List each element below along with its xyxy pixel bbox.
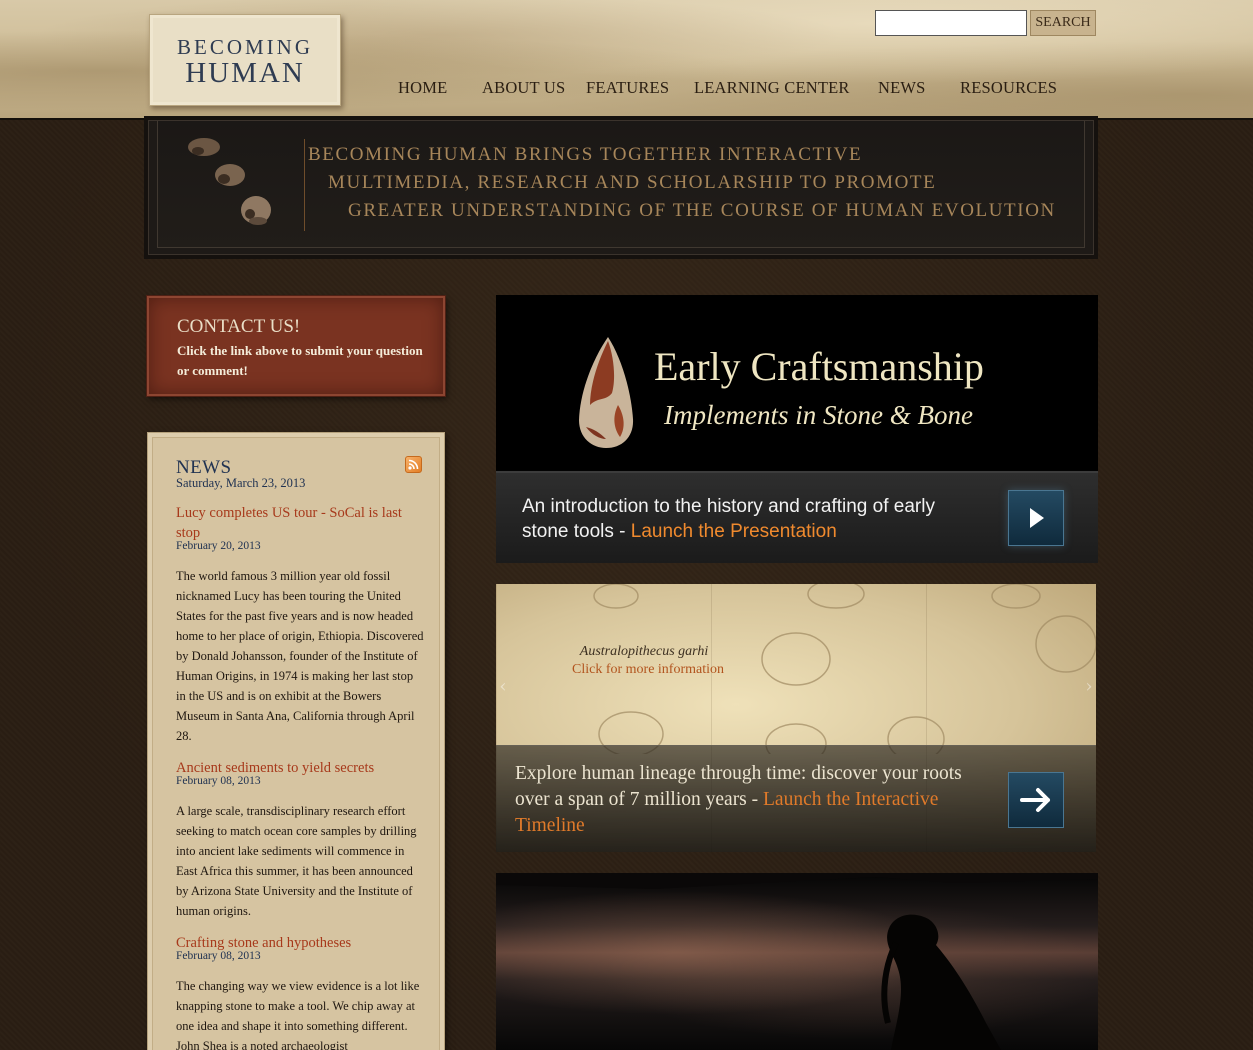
timeline-description: Explore human lineage through time: disc… — [515, 761, 975, 839]
news-panel: NEWS Saturday, March 23, 2013 Lucy compl… — [147, 432, 445, 1050]
timeline-arrow-button[interactable] — [1008, 772, 1064, 828]
news-body-2: A large scale, transdisciplinary researc… — [176, 804, 417, 918]
craftsmanship-feature[interactable]: Early Craftsmanship Implements in Stone … — [496, 295, 1098, 563]
contact-title[interactable]: CONTACT US! — [177, 316, 300, 338]
site-header: BECOMING HUMAN SEARCH HOME ABOUT US FEAT… — [0, 0, 1253, 120]
craftsmanship-title: Early Craftsmanship — [654, 344, 984, 389]
rss-icon[interactable] — [405, 456, 422, 473]
nav-features[interactable]: FEATURES — [586, 78, 669, 98]
stone-tool-icon — [579, 337, 634, 448]
site-logo[interactable]: BECOMING HUMAN — [149, 14, 341, 106]
contact-text: Click the link above to submit your ques… — [177, 343, 423, 378]
rss-glyph-icon — [408, 459, 419, 470]
nav-resources[interactable]: RESOURCES — [960, 78, 1057, 98]
contact-box[interactable]: CONTACT US! Click the link above to subm… — [147, 296, 445, 396]
banner-inner: BECOMING HUMAN BRINGS TOGETHER INTERACTI… — [157, 121, 1085, 248]
nav-news[interactable]: NEWS — [878, 78, 926, 98]
launch-presentation-link[interactable]: Launch the Presentation — [631, 521, 837, 542]
news-body-3: The changing way we view evidence is a l… — [176, 979, 420, 1050]
banner-divider — [304, 139, 305, 231]
timeline-caption-bar: Explore human lineage through time: disc… — [496, 745, 1096, 852]
chevron-right-icon[interactable]: › — [1082, 672, 1096, 702]
search-button[interactable]: SEARCH — [1030, 10, 1096, 36]
nav-home[interactable]: HOME — [398, 78, 447, 98]
chevron-left-icon[interactable]: ‹ — [496, 672, 510, 702]
news-date-1: February 20, 2013 — [176, 540, 261, 552]
arrow-right-icon — [1020, 788, 1050, 812]
banner-line2: MULTIMEDIA, RESEARCH AND SCHOLARSHIP TO … — [328, 172, 937, 193]
species-more-info-link[interactable]: Click for more information — [558, 662, 738, 678]
news-date-2: February 08, 2013 — [176, 775, 261, 787]
skull-progression-icon — [188, 138, 271, 225]
play-button[interactable] — [1008, 490, 1064, 546]
species-name: Australopithecus garhi — [579, 644, 709, 659]
nav-about-us[interactable]: ABOUT US — [482, 78, 565, 98]
nav-learning-center[interactable]: LEARNING CENTER — [694, 78, 850, 98]
craftsmanship-hero: Early Craftsmanship Implements in Stone … — [496, 295, 1098, 470]
silhouette-image — [496, 873, 1098, 1050]
mission-banner: BECOMING HUMAN BRINGS TOGETHER INTERACTI… — [148, 120, 1094, 255]
craftsmanship-caption-bar: An introduction to the history and craft… — [496, 471, 1098, 563]
craftsmanship-description: An introduction to the history and craft… — [522, 494, 962, 544]
banner-line1: BECOMING HUMAN BRINGS TOGETHER INTERACTI… — [308, 144, 863, 165]
play-icon — [1030, 508, 1044, 528]
search-input[interactable] — [875, 10, 1027, 36]
news-current-date: Saturday, March 23, 2013 — [176, 476, 306, 490]
news-date-3: February 08, 2013 — [176, 950, 261, 962]
timeline-feature[interactable]: Australopithecus garhi Click for more in… — [496, 584, 1096, 852]
lakeside-feature[interactable] — [496, 873, 1098, 1050]
banner-line3: GREATER UNDERSTANDING OF THE COURSE OF H… — [348, 200, 1056, 221]
news-headline-1[interactable]: Lucy completes US tour - SoCal is last s… — [176, 503, 421, 543]
craftsmanship-subtitle: Implements in Stone & Bone — [664, 400, 973, 430]
logo-line2: HUMAN — [185, 57, 305, 89]
news-body-1: The world famous 3 million year old foss… — [176, 569, 424, 743]
